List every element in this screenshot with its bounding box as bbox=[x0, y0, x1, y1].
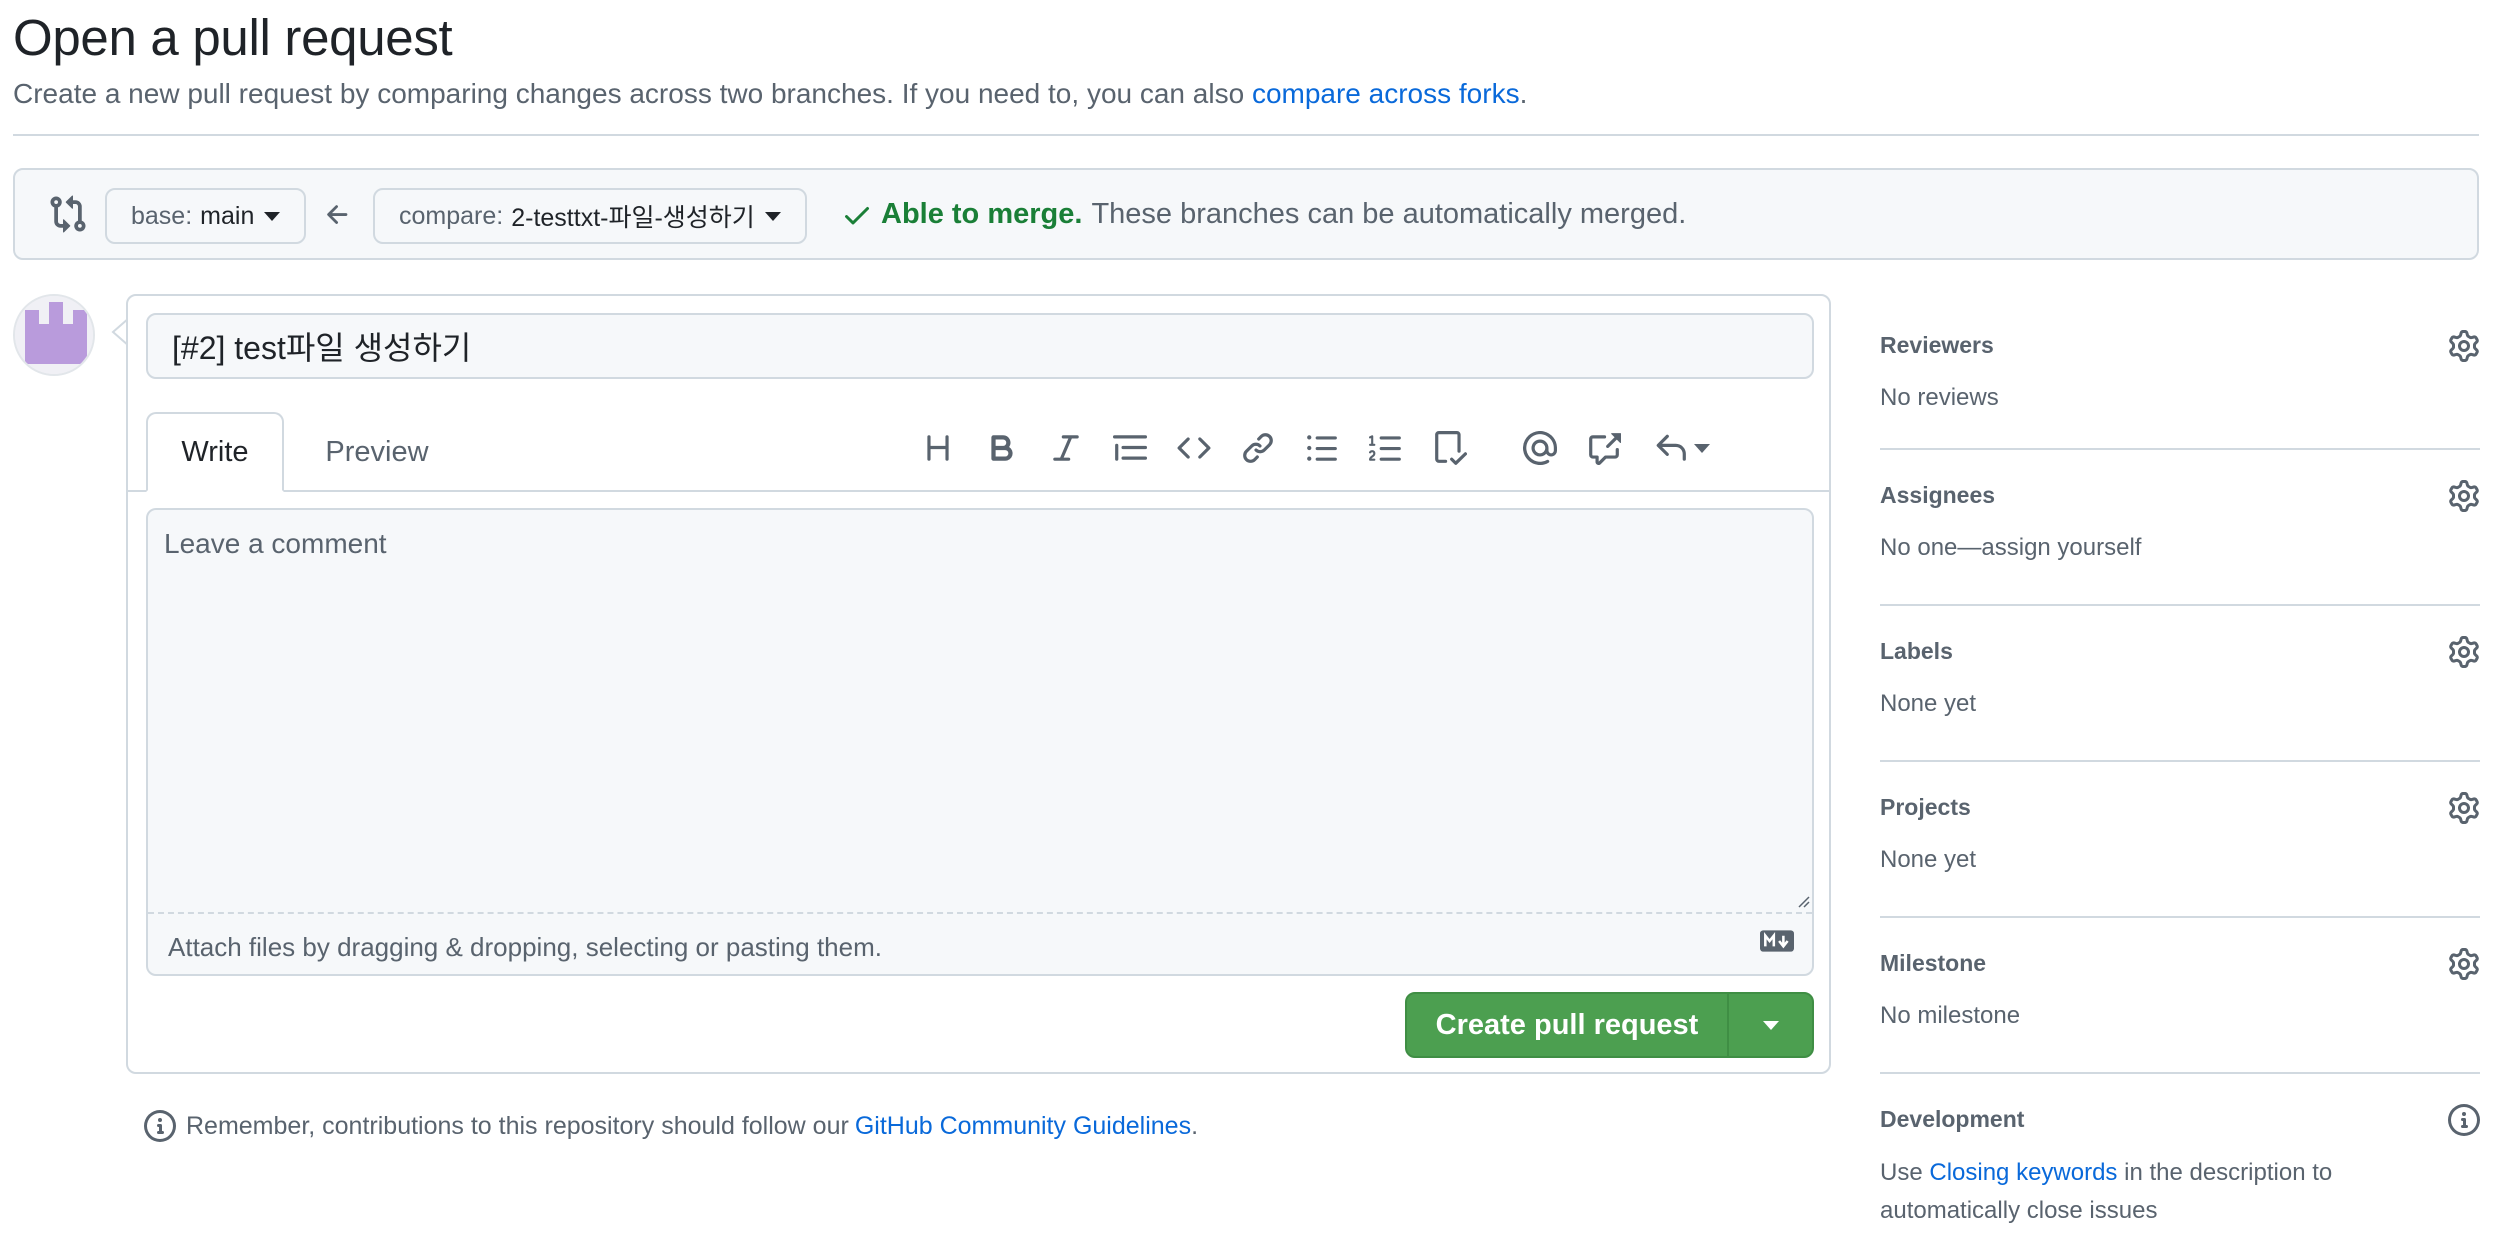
chevron-down-icon bbox=[264, 211, 281, 221]
compare-across-forks-link[interactable]: compare across forks bbox=[1252, 78, 1520, 109]
sidebar-reviewers: Reviewers No reviews bbox=[1880, 300, 2480, 450]
gear-icon[interactable] bbox=[2448, 330, 2480, 362]
development-title: Development bbox=[1880, 1106, 2025, 1132]
gear-icon[interactable] bbox=[2448, 636, 2480, 668]
merge-status: Able to merge. These branches can be aut… bbox=[841, 198, 1686, 231]
page-title: Open a pull request bbox=[13, 9, 453, 66]
sidebar: Reviewers No reviews Assignees No one—as… bbox=[1880, 300, 2480, 1230]
sidebar-projects: Projects None yet bbox=[1880, 762, 2480, 918]
info-icon bbox=[144, 1110, 176, 1142]
subtitle-text: Create a new pull request by comparing c… bbox=[13, 78, 1245, 109]
create-pull-request-group: Create pull request bbox=[1405, 992, 1814, 1058]
create-options-dropdown[interactable] bbox=[1729, 994, 1812, 1056]
markdown-icon[interactable] bbox=[1760, 930, 1794, 952]
bold-icon bbox=[991, 435, 1013, 461]
sidebar-labels: Labels None yet bbox=[1880, 606, 2480, 762]
cross-reference-button[interactable] bbox=[1578, 422, 1630, 474]
subtitle-end: . bbox=[1519, 78, 1528, 109]
link-button[interactable] bbox=[1232, 422, 1284, 474]
info-icon[interactable] bbox=[2448, 1104, 2480, 1136]
reminder-end: . bbox=[1191, 1111, 1199, 1140]
merge-ok-text: Able to merge. bbox=[881, 198, 1083, 230]
heading-button[interactable] bbox=[912, 422, 964, 474]
projects-title: Projects bbox=[1880, 794, 1971, 820]
chevron-down-icon bbox=[1762, 1020, 1779, 1030]
assignees-title: Assignees bbox=[1880, 482, 1996, 508]
chevron-down-icon bbox=[764, 211, 781, 221]
reviewers-title: Reviewers bbox=[1880, 332, 1994, 358]
pull-request-form: Write Preview Attach fil bbox=[126, 294, 1831, 1074]
page-subtitle: Create a new pull request by comparing c… bbox=[13, 78, 1527, 110]
check-icon bbox=[845, 206, 869, 224]
quote-button[interactable] bbox=[1104, 422, 1156, 474]
italic-icon bbox=[1053, 435, 1079, 461]
closing-keywords-link[interactable]: Closing keywords bbox=[1929, 1159, 2117, 1186]
reply-icon bbox=[1656, 434, 1686, 461]
italic-button[interactable] bbox=[1040, 422, 1092, 474]
sidebar-development: Development Use Closing keywords in the … bbox=[1880, 1074, 2480, 1230]
bold-button[interactable] bbox=[976, 422, 1028, 474]
unordered-list-icon bbox=[1307, 435, 1337, 461]
tab-preview[interactable]: Preview bbox=[302, 412, 452, 492]
reminder-text: Remember, contributions to this reposito… bbox=[186, 1111, 849, 1140]
base-branch-name: main bbox=[200, 201, 255, 230]
chevron-down-icon bbox=[1694, 443, 1710, 453]
identicon-icon bbox=[15, 296, 93, 374]
code-icon bbox=[1177, 437, 1211, 459]
compare-branch-select[interactable]: compare: 2-testtxt-파일-생성하기 bbox=[373, 188, 807, 244]
arrow-left-icon bbox=[327, 205, 348, 224]
compare-branch-name: 2-testtxt-파일-생성하기 bbox=[511, 204, 755, 232]
labels-title: Labels bbox=[1880, 638, 1953, 664]
assignees-value[interactable]: No one—assign yourself bbox=[1880, 534, 2141, 562]
create-pull-request-button[interactable]: Create pull request bbox=[1407, 994, 1729, 1056]
comment-textarea[interactable] bbox=[148, 510, 1812, 910]
base-branch-select[interactable]: base: main bbox=[105, 188, 307, 244]
comment-box: Attach files by dragging & dropping, sel… bbox=[146, 508, 1814, 976]
merge-description: These branches can be automatically merg… bbox=[1091, 198, 1687, 230]
avatar[interactable] bbox=[13, 294, 95, 376]
sidebar-milestone: Milestone No milestone bbox=[1880, 918, 2480, 1074]
reply-button[interactable] bbox=[1642, 422, 1722, 474]
compare-bar: base: main compare: 2-testtxt-파일-생성하기 Ab… bbox=[13, 168, 2479, 260]
gear-icon[interactable] bbox=[2448, 948, 2480, 980]
title-input[interactable] bbox=[146, 313, 1814, 379]
attach-files-bar[interactable]: Attach files by dragging & dropping, sel… bbox=[148, 912, 1812, 974]
git-compare-icon bbox=[50, 195, 86, 233]
heading-icon bbox=[927, 435, 949, 461]
quote-icon bbox=[1113, 435, 1147, 461]
development-value: Use Closing keywords in the description … bbox=[1880, 1154, 2440, 1230]
development-pre: Use bbox=[1880, 1159, 1923, 1186]
labels-value: None yet bbox=[1880, 690, 1977, 717]
projects-value: None yet bbox=[1880, 846, 1977, 873]
mention-button[interactable] bbox=[1514, 422, 1566, 474]
reviewers-value: No reviews bbox=[1880, 384, 1999, 411]
code-button[interactable] bbox=[1168, 422, 1220, 474]
contribution-reminder: Remember, contributions to this reposito… bbox=[144, 1110, 1198, 1142]
base-label: base: bbox=[131, 201, 193, 230]
unordered-list-button[interactable] bbox=[1296, 422, 1348, 474]
mention-icon bbox=[1523, 431, 1557, 465]
milestone-title: Milestone bbox=[1880, 950, 1987, 976]
link-icon bbox=[1243, 433, 1273, 463]
tab-write[interactable]: Write bbox=[146, 412, 284, 492]
cross-reference-icon bbox=[1589, 433, 1621, 465]
header-divider bbox=[13, 134, 2479, 136]
ordered-list-button[interactable] bbox=[1360, 422, 1412, 474]
sidebar-assignees: Assignees No one—assign yourself bbox=[1880, 450, 2480, 606]
ordered-list-icon bbox=[1369, 435, 1401, 461]
compare-label: compare: bbox=[399, 201, 504, 230]
milestone-value: No milestone bbox=[1880, 1002, 2021, 1029]
tasklist-icon bbox=[1435, 431, 1467, 465]
community-guidelines-link[interactable]: GitHub Community Guidelines bbox=[855, 1112, 1191, 1141]
gear-icon[interactable] bbox=[2448, 792, 2480, 824]
resize-handle-icon[interactable] bbox=[1796, 894, 1810, 908]
tasklist-button[interactable] bbox=[1424, 422, 1476, 474]
gear-icon[interactable] bbox=[2448, 480, 2480, 512]
